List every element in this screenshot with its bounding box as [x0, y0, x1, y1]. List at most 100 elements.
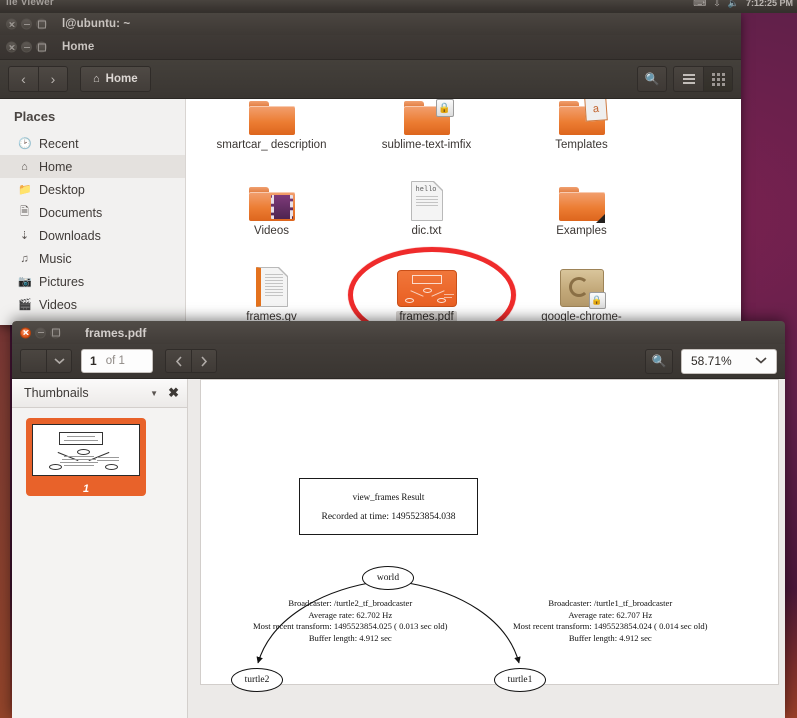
sidebar-item-videos[interactable]: 🎬 Videos	[0, 293, 185, 316]
lock-icon: 🔒	[435, 99, 454, 117]
file-item[interactable]: frames.gv	[194, 257, 349, 325]
top-panel-app-title: ile Viewer	[6, 0, 54, 8]
text-preview: hello	[415, 186, 437, 194]
edge-line: Most recent transform: 1495523854.024 ( …	[513, 621, 708, 631]
sidebar-item-music[interactable]: ♫ Music	[0, 247, 185, 270]
search-icon[interactable]: 🔍	[645, 348, 673, 374]
thumbnails-header: Thumbnails ▼ ✖	[12, 379, 187, 408]
chevron-down-icon[interactable]	[46, 349, 72, 373]
file-manager-window: l@ubuntu: ~ Home ‹ › ⌂ Home 🔍 Places 🕑 R…	[0, 13, 741, 325]
gv-document-icon	[255, 261, 288, 307]
file-item[interactable]: Examples	[504, 171, 659, 257]
breadcrumb-home-label: Home	[105, 73, 138, 85]
breadcrumb-home[interactable]: ⌂ Home	[80, 66, 151, 92]
file-manager-body: Places 🕑 Recent ⌂ Home 📁 Desktop 🗎 Docum…	[0, 99, 741, 325]
desktop-icon: 📁	[18, 184, 32, 196]
close-button[interactable]	[20, 327, 31, 338]
text-document-icon: hello	[410, 175, 443, 221]
file-item[interactable]: Videos	[194, 171, 349, 257]
sidebar-item-downloads[interactable]: ⇣ Downloads	[0, 224, 185, 247]
file-item[interactable]: 🔒 sublime-text-imfix	[349, 99, 504, 171]
file-icon-view[interactable]: smartcar_ description 🔒 sublime-text-imf…	[186, 99, 741, 325]
close-button[interactable]	[6, 41, 17, 53]
file-item[interactable]: hello dic.txt	[349, 171, 504, 257]
sidebar-item-recent[interactable]: 🕑 Recent	[0, 132, 185, 155]
sidebar-item-desktop[interactable]: 📁 Desktop	[0, 178, 185, 201]
close-button-outer[interactable]	[6, 18, 17, 30]
edge-label-turtle2: Broadcaster: /turtle2_tf_broadcaster Ave…	[253, 598, 448, 644]
home-icon: ⌂	[93, 73, 100, 85]
pdf-page-area[interactable]: view_frames Result Recorded at time: 149…	[188, 379, 785, 718]
places-header: Places	[14, 109, 56, 124]
previous-page-button[interactable]	[165, 349, 191, 373]
link-arrow-icon	[595, 214, 605, 223]
sidebar-item-documents[interactable]: 🗎 Documents	[0, 201, 185, 224]
pdf-viewer-window: frames.pdf chevron-up-icon 1 of 1	[12, 321, 785, 718]
lock-icon: 🔒	[588, 292, 606, 309]
music-icon: ♫	[20, 252, 29, 265]
file-label: Examples	[556, 225, 607, 237]
file-manager-toolbar: ‹ › ⌂ Home 🔍	[0, 60, 741, 99]
file-item[interactable]: 🔒 google-chrome-	[504, 257, 659, 325]
next-page-button[interactable]	[191, 349, 217, 373]
chevron-down-icon	[755, 356, 767, 367]
thumbnail-preview	[32, 424, 140, 476]
maximize-button[interactable]	[50, 327, 61, 338]
edge-line: Average rate: 62.707 Hz	[568, 609, 653, 620]
minimize-button-outer[interactable]	[21, 18, 32, 30]
sidebar-item-label: Desktop	[39, 182, 85, 197]
file-label: dic.txt	[411, 225, 442, 237]
folder-templates-icon: a	[558, 99, 608, 135]
file-label: Videos	[254, 225, 289, 237]
sidebar-item-label: Pictures	[39, 274, 85, 289]
clock-label[interactable]: 7:12:25 PM	[746, 0, 793, 8]
forward-button[interactable]: ›	[38, 66, 68, 92]
minimize-button[interactable]	[35, 327, 46, 338]
edge-line: Broadcaster: /turtle1_tf_broadcaster	[548, 598, 673, 608]
sound-icon[interactable]: 🔈	[728, 0, 739, 8]
file-item[interactable]: a Templates	[504, 99, 659, 171]
package-icon: 🔒	[559, 261, 606, 309]
chevron-down-icon[interactable]: ▼	[150, 389, 168, 398]
chevron-left-icon	[175, 355, 182, 367]
pdf-viewer-title: frames.pdf	[85, 325, 147, 340]
video-icon: 🎬	[18, 299, 32, 311]
search-icon[interactable]: 🔍	[637, 66, 667, 92]
file-item[interactable]: smartcar_ description	[194, 99, 349, 171]
zoom-select[interactable]: 58.71%	[681, 348, 777, 374]
pdf-viewer-body: Thumbnails ▼ ✖ 1 view_frames Result Reco…	[12, 379, 785, 718]
document-icon: 🗎	[20, 206, 29, 218]
graph-node-turtle2: turtle2	[231, 668, 283, 692]
maximize-button-outer[interactable]	[36, 18, 47, 30]
icon-grid: smartcar_ description 🔒 sublime-text-imf…	[186, 99, 706, 325]
pdf-thumbnail-icon	[396, 261, 457, 307]
grid-view-icon[interactable]	[703, 66, 733, 92]
maximize-button[interactable]	[36, 41, 47, 53]
back-button[interactable]: ‹	[8, 66, 38, 92]
edge-line: Buffer length: 4.912 sec	[308, 632, 392, 643]
minimize-button[interactable]	[21, 41, 32, 53]
sidebar-item-home[interactable]: ⌂ Home	[0, 155, 185, 178]
toolbar-right-group: 🔍	[637, 66, 733, 92]
thumbnail-list: 1	[12, 408, 187, 496]
edge-line: Broadcaster: /turtle2_tf_broadcaster	[288, 598, 413, 608]
thumbnails-title: Thumbnails	[24, 386, 89, 400]
pdf-window-controls	[20, 327, 61, 338]
chevron-up-icon[interactable]: chevron-up-icon	[20, 349, 46, 373]
page-number-value: 1	[90, 354, 97, 368]
chevron-right-icon	[201, 355, 208, 367]
thumbnail-page-1[interactable]: 1	[26, 418, 146, 496]
thumbnail-page-label: 1	[82, 483, 90, 495]
edge-label-turtle1: Broadcaster: /turtle1_tf_broadcaster Ave…	[513, 598, 708, 644]
edge-line: Most recent transform: 1495523854.025 ( …	[253, 621, 448, 631]
unity-top-panel: ile Viewer ⌨ ⇩ 🔈 7:12:25 PM	[0, 0, 797, 13]
sidebar-item-pictures[interactable]: 📷 Pictures	[0, 270, 185, 293]
pdf-page-1: view_frames Result Recorded at time: 149…	[200, 379, 779, 692]
close-icon[interactable]: ✖	[168, 385, 179, 401]
places-sidebar: Places 🕑 Recent ⌂ Home 📁 Desktop 🗎 Docum…	[0, 99, 186, 325]
list-view-icon[interactable]	[673, 66, 703, 92]
download-icon[interactable]: ⇩	[713, 0, 721, 8]
page-number-input[interactable]: 1 of 1	[81, 349, 153, 373]
file-item-frames-pdf[interactable]: frames.pdf	[349, 257, 504, 325]
keyboard-icon[interactable]: ⌨	[693, 0, 706, 8]
